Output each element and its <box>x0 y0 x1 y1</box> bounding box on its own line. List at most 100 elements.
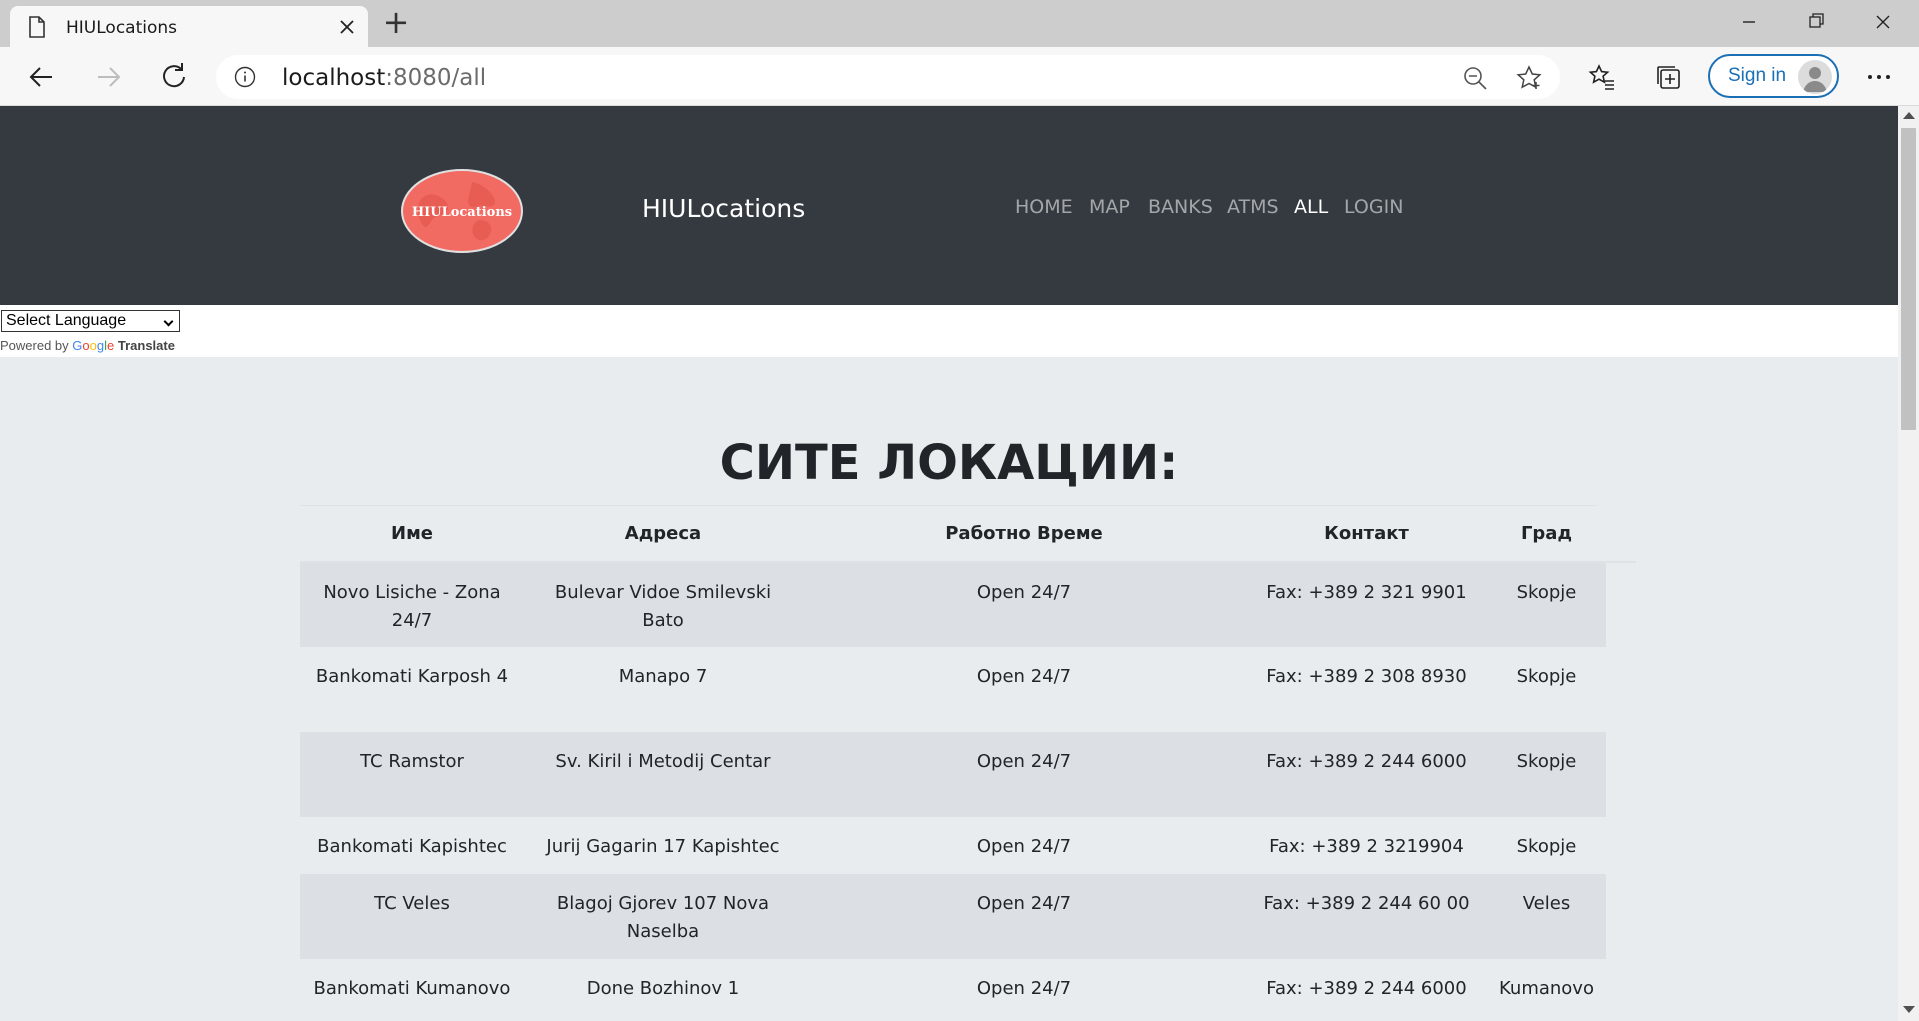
table-row[interactable]: TC Ramstor Sv. Kiril i Metodij Centar Op… <box>300 732 1636 817</box>
location-hours: Open 24/7 <box>802 874 1246 959</box>
zoom-out-icon[interactable] <box>1462 65 1488 91</box>
minimize-icon <box>1743 21 1755 23</box>
more-icon <box>1868 75 1890 79</box>
browser-tab[interactable]: HIULocations <box>10 6 368 47</box>
collections-icon[interactable] <box>1654 63 1682 91</box>
location-address: Done Bozhinov 1 <box>586 978 740 999</box>
main-content: СИТЕ ЛОКАЦИИ: Име Адреса Работно Време К… <box>0 357 1898 1021</box>
url-text[interactable]: localhost:8080/all <box>282 65 486 91</box>
location-city: Skopje <box>1516 666 1577 687</box>
back-button[interactable] <box>22 57 62 97</box>
location-contact: Fax: +389 2 308 8930 <box>1266 666 1467 687</box>
restore-button[interactable] <box>1783 0 1849 44</box>
star-icon[interactable] <box>1516 65 1542 91</box>
location-city: Veles <box>1487 874 1606 959</box>
new-tab-button[interactable]: + <box>381 6 411 38</box>
column-header-hours: Работно Време <box>802 506 1246 563</box>
location-hours: Open 24/7 <box>802 562 1246 647</box>
location-hours: Open 24/7 <box>976 836 1072 857</box>
location-hours: Open 24/7 <box>976 978 1072 999</box>
table-header-row: Име Адреса Работно Време Контакт Град <box>300 506 1636 563</box>
address-bar[interactable]: localhost:8080/all <box>216 55 1560 99</box>
location-name: Novo Lisiche - Zona 24/7 <box>300 562 524 647</box>
location-contact: Fax: +389 2 244 6000 <box>1246 732 1487 817</box>
column-header-spacer <box>1605 506 1636 563</box>
back-icon <box>29 67 52 87</box>
forward-button[interactable] <box>88 57 128 97</box>
google-logo: Google <box>72 338 115 353</box>
column-header-name: Име <box>300 506 524 563</box>
location-name: Bankomati Karposh 4 <box>315 666 509 687</box>
more-menu-button[interactable] <box>1864 63 1894 91</box>
reload-button[interactable] <box>154 57 194 97</box>
nav-login[interactable]: LOGIN <box>1344 196 1403 218</box>
page-title: СИТЕ ЛОКАЦИИ: <box>719 435 1179 491</box>
location-hours: Open 24/7 <box>976 666 1072 687</box>
chevron-down-icon <box>163 316 174 327</box>
avatar-icon <box>1803 67 1827 92</box>
locations-table: Име Адреса Работно Време Контакт Град No… <box>300 506 1636 1021</box>
table-row[interactable]: Bankomati Kapishtec Jurij Gagarin 17 Kap… <box>300 817 1636 874</box>
scrollbar-thumb[interactable] <box>1901 128 1916 430</box>
browser-tab-strip: HIULocations + <box>0 0 1919 47</box>
column-header-address: Адреса <box>524 506 802 563</box>
nav-banks[interactable]: BANKS <box>1148 196 1213 218</box>
forward-icon <box>98 67 121 87</box>
close-icon <box>340 20 354 34</box>
nav-map[interactable]: MAP <box>1089 196 1130 218</box>
location-contact: Fax: +389 2 3219904 <box>1269 836 1464 857</box>
close-window-button[interactable] <box>1850 0 1916 44</box>
location-address: Bulevar Vidoe Smilevski Bato <box>524 562 802 647</box>
scroll-down-icon[interactable] <box>1903 1006 1915 1013</box>
site-logo[interactable]: HIULocations <box>400 168 524 254</box>
location-city: Kumanovo <box>1499 978 1594 999</box>
table-row[interactable]: Novo Lisiche - Zona 24/7 Bulevar Vidoe S… <box>300 562 1636 647</box>
restore-icon <box>1809 13 1824 28</box>
location-city: Skopje <box>1487 732 1606 817</box>
location-name: Bankomati Kumanovo <box>313 978 511 999</box>
info-icon[interactable] <box>234 66 256 88</box>
avatar <box>1798 60 1832 94</box>
translate-link[interactable]: Translate <box>118 338 175 353</box>
location-contact: Fax: +389 2 321 9901 <box>1246 562 1487 647</box>
url-path: :8080/all <box>385 65 487 91</box>
minimize-button[interactable] <box>1716 0 1782 44</box>
language-select-value: Select Language <box>6 312 127 329</box>
language-select[interactable]: Select Language <box>1 310 180 332</box>
location-address: Sv. Kiril i Metodij Centar <box>524 732 802 817</box>
tab-title: HIULocations <box>66 18 177 38</box>
location-address: Blagoj Gjorev 107 Nova Naselba <box>524 874 802 959</box>
vertical-scrollbar[interactable] <box>1898 106 1919 1021</box>
location-city: Skopje <box>1516 836 1577 857</box>
location-name: TC Veles <box>300 874 524 959</box>
reload-icon <box>163 63 185 88</box>
location-address: Manapo 7 <box>618 666 708 687</box>
column-header-contact: Контакт <box>1246 506 1487 563</box>
table-row[interactable]: Bankomati Kumanovo Done Bozhinov 1 Open … <box>300 959 1636 1021</box>
table-row[interactable]: TC Veles Blagoj Gjorev 107 Nova Naselba … <box>300 874 1636 959</box>
site-header: HIULocations HIULocations HOME MAP BANKS… <box>0 106 1898 305</box>
logo-text: HIULocations <box>412 205 512 220</box>
brand-name[interactable]: HIULocations <box>642 194 805 223</box>
sign-in-label: Sign in <box>1728 65 1787 86</box>
favorites-icon[interactable] <box>1588 63 1616 91</box>
close-tab-button[interactable] <box>336 16 358 38</box>
sign-in-button[interactable]: Sign in <box>1708 54 1839 98</box>
location-city: Skopje <box>1487 562 1606 647</box>
nav-all[interactable]: ALL <box>1294 196 1328 218</box>
powered-by-google-translate: Powered by Google Translate <box>0 338 175 353</box>
page-icon <box>29 16 45 38</box>
powered-by-label: Powered by <box>0 338 69 353</box>
browser-toolbar: localhost:8080/all Sign in <box>0 47 1919 106</box>
location-hours: Open 24/7 <box>802 732 1246 817</box>
location-contact: Fax: +389 2 244 60 00 <box>1246 874 1487 959</box>
nav-atms[interactable]: ATMS <box>1227 196 1279 218</box>
scroll-up-icon[interactable] <box>1903 112 1915 119</box>
table-row[interactable]: Bankomati Karposh 4 Manapo 7 Open 24/7 F… <box>300 647 1636 732</box>
nav-home[interactable]: HOME <box>1015 196 1073 218</box>
location-name: TC Ramstor <box>300 732 524 817</box>
location-name: Bankomati Kapishtec <box>317 836 507 857</box>
column-header-city: Град <box>1487 506 1606 563</box>
close-icon <box>1876 15 1890 29</box>
location-contact: Fax: +389 2 244 6000 <box>1266 978 1467 999</box>
